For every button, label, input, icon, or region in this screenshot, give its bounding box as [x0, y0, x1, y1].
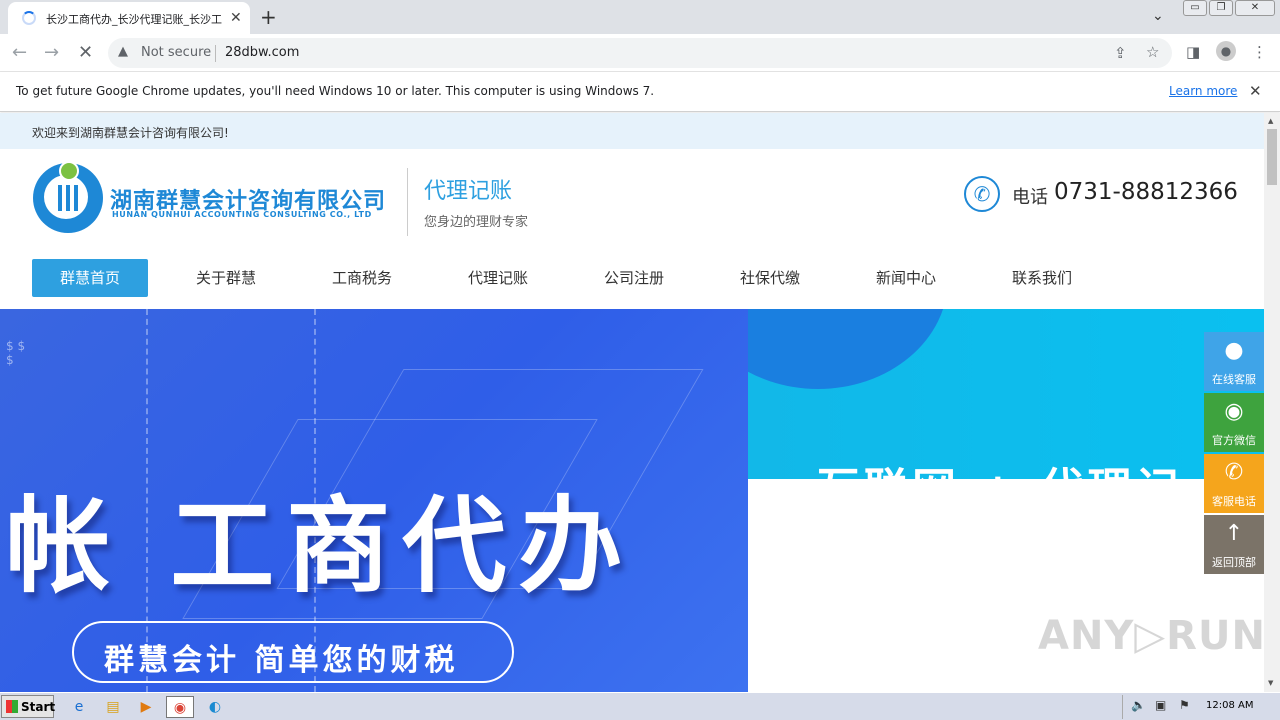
phone-number: 0731-88812366	[1054, 179, 1238, 205]
phone-label: 电话	[1012, 187, 1048, 208]
back-to-top-label: 返回顶部	[1212, 556, 1256, 569]
volume-icon[interactable]: 🔈	[1131, 698, 1146, 712]
address-bar[interactable]: ▲ Not secure 28dbw.com ⇪ ☆	[108, 38, 1172, 68]
action-center-flag-icon[interactable]: ⚑	[1179, 698, 1190, 712]
minimize-button[interactable]: ▭	[1183, 0, 1207, 16]
logo-dot-icon	[59, 161, 79, 181]
header-divider	[407, 168, 408, 236]
online-service-button[interactable]: ● 在线客服	[1204, 332, 1264, 391]
back-arrow-icon[interactable]: ←	[12, 42, 27, 63]
main-nav: 群慧首页 关于群慧 工商税务 代理记账 公司注册 社保代缴 新闻中心 联系我们	[0, 259, 1264, 309]
dollar-decor-icon: $ $ $	[6, 339, 26, 367]
start-button[interactable]: Start	[1, 695, 56, 718]
wechat-label: 官方微信	[1212, 434, 1256, 447]
network-icon[interactable]: ▣	[1155, 698, 1166, 712]
nav-news[interactable]: 新闻中心	[848, 259, 964, 297]
profile-avatar-icon[interactable]: ●	[1216, 41, 1236, 61]
file-explorer-icon[interactable]: ▤	[102, 696, 124, 718]
scrollbar-thumb[interactable]	[1267, 129, 1277, 185]
stop-loading-icon[interactable]: ✕	[78, 42, 93, 63]
service-phone-button[interactable]: ✆ 客服电话	[1204, 454, 1264, 513]
windows-logo-icon	[6, 700, 18, 713]
tab-strip: 长沙工商代办_长沙代理记账_长沙工 ✕ + ⌄ ▭ ❐ ✕	[0, 0, 1280, 34]
system-tray: 🔈 ▣ ⚑	[1122, 695, 1280, 719]
banner-headline: 帐 工商代办	[6, 485, 635, 607]
taskbar-clock[interactable]: 12:08 AM	[1206, 700, 1253, 711]
logo-abacus-bar	[66, 185, 70, 211]
nav-home[interactable]: 群慧首页	[32, 259, 148, 297]
anyrun-watermark: ANY▷RUN	[1038, 613, 1264, 659]
chrome-taskbar-icon[interactable]: ◉	[166, 696, 194, 718]
new-tab-button[interactable]: +	[260, 5, 277, 29]
welcome-text: 欢迎来到湖南群慧会计咨询有限公司!	[32, 126, 229, 140]
scroll-down-arrow-icon[interactable]: ▼	[1268, 679, 1273, 687]
omnibox-divider	[215, 45, 216, 62]
browser-tab[interactable]: 长沙工商代办_长沙代理记账_长沙工 ✕	[8, 2, 250, 34]
close-window-button[interactable]: ✕	[1235, 0, 1275, 16]
hero-banner[interactable]: $ $ $ 帐 工商代办 群慧会计 简单您的财税	[0, 309, 748, 692]
wechat-icon: ◉	[1224, 399, 1244, 424]
tab-title: 长沙工商代办_长沙代理记账_长沙工	[46, 13, 222, 26]
bookmark-star-icon[interactable]: ☆	[1146, 43, 1159, 61]
nav-company-registration[interactable]: 公司注册	[576, 259, 692, 297]
update-infobar: To get future Google Chrome updates, you…	[0, 72, 1280, 112]
warning-icon[interactable]: ▲	[118, 44, 128, 59]
loading-spinner-icon	[22, 11, 36, 25]
banner-tagline-pill: 群慧会计 简单您的财税	[72, 621, 514, 683]
browser-toolbar: ← → ✕ ▲ Not secure 28dbw.com ⇪ ☆ ◨ ● ⋮	[0, 34, 1280, 72]
banner2-curve-shape	[748, 309, 948, 389]
nav-contact[interactable]: 联系我们	[984, 259, 1100, 297]
tab-search-icon[interactable]: ⌄	[1152, 8, 1164, 24]
share-icon[interactable]: ⇪	[1114, 44, 1127, 62]
wechat-button[interactable]: ◉ 官方微信	[1204, 393, 1264, 452]
phone-icon: ✆	[964, 176, 1000, 212]
welcome-bar: 欢迎来到湖南群慧会计咨询有限公司!	[0, 113, 1264, 149]
page-scrollbar[interactable]: ▲ ▼	[1264, 113, 1280, 692]
logo-abacus-bar	[58, 185, 62, 211]
qq-icon: ●	[1224, 338, 1244, 363]
restore-button[interactable]: ❐	[1209, 0, 1233, 16]
logo-abacus-bar	[74, 185, 78, 211]
forward-arrow-icon[interactable]: →	[44, 42, 59, 63]
edge-icon[interactable]: ◐	[204, 696, 226, 718]
nav-bookkeeping[interactable]: 代理记账	[440, 259, 556, 297]
learn-more-link[interactable]: Learn more	[1169, 84, 1237, 98]
nav-about[interactable]: 关于群慧	[168, 259, 284, 297]
scroll-up-arrow-icon[interactable]: ▲	[1268, 117, 1273, 125]
web-page: 欢迎来到湖南群慧会计咨询有限公司! 湖南群慧会计咨询有限公司 HUNAN QUN…	[0, 113, 1264, 692]
back-to-top-button[interactable]: ↑ 返回顶部	[1204, 515, 1264, 574]
security-label[interactable]: Not secure	[141, 45, 211, 60]
phone-icon: ✆	[1224, 460, 1244, 485]
start-label: Start	[21, 700, 56, 714]
internet-explorer-icon[interactable]: e	[68, 696, 90, 718]
menu-kebab-icon[interactable]: ⋮	[1252, 43, 1267, 61]
online-service-label: 在线客服	[1212, 373, 1256, 386]
banner2-blank-area	[748, 479, 1264, 692]
close-infobar-icon[interactable]: ✕	[1249, 82, 1262, 100]
nav-social-insurance[interactable]: 社保代缴	[712, 259, 828, 297]
secondary-banner[interactable]: 互联网 + 代理记	[748, 309, 1264, 479]
slogan-title: 代理记账	[424, 179, 513, 204]
side-panel-icon[interactable]: ◨	[1186, 43, 1200, 61]
close-tab-icon[interactable]: ✕	[230, 10, 242, 26]
media-player-icon[interactable]: ▶	[135, 696, 157, 718]
arrow-up-icon: ↑	[1224, 521, 1244, 546]
windows-taskbar: Start e ▤ ▶ ◉ ◐ 🔈 ▣ ⚑ 12:08 AM	[0, 692, 1280, 720]
logo-english-name: HUNAN QUNHUI ACCOUNTING CONSULTING CO., …	[112, 210, 372, 219]
infobar-message: To get future Google Chrome updates, you…	[16, 84, 655, 98]
service-phone-label: 客服电话	[1212, 495, 1256, 508]
banner-tagline: 群慧会计 简单您的财税	[104, 643, 459, 678]
slogan-subtitle: 您身边的理财专家	[424, 215, 529, 230]
url-text[interactable]: 28dbw.com	[225, 45, 299, 60]
banner2-headline: 互联网 + 代理记	[816, 453, 1184, 479]
nav-business-tax[interactable]: 工商税务	[304, 259, 420, 297]
